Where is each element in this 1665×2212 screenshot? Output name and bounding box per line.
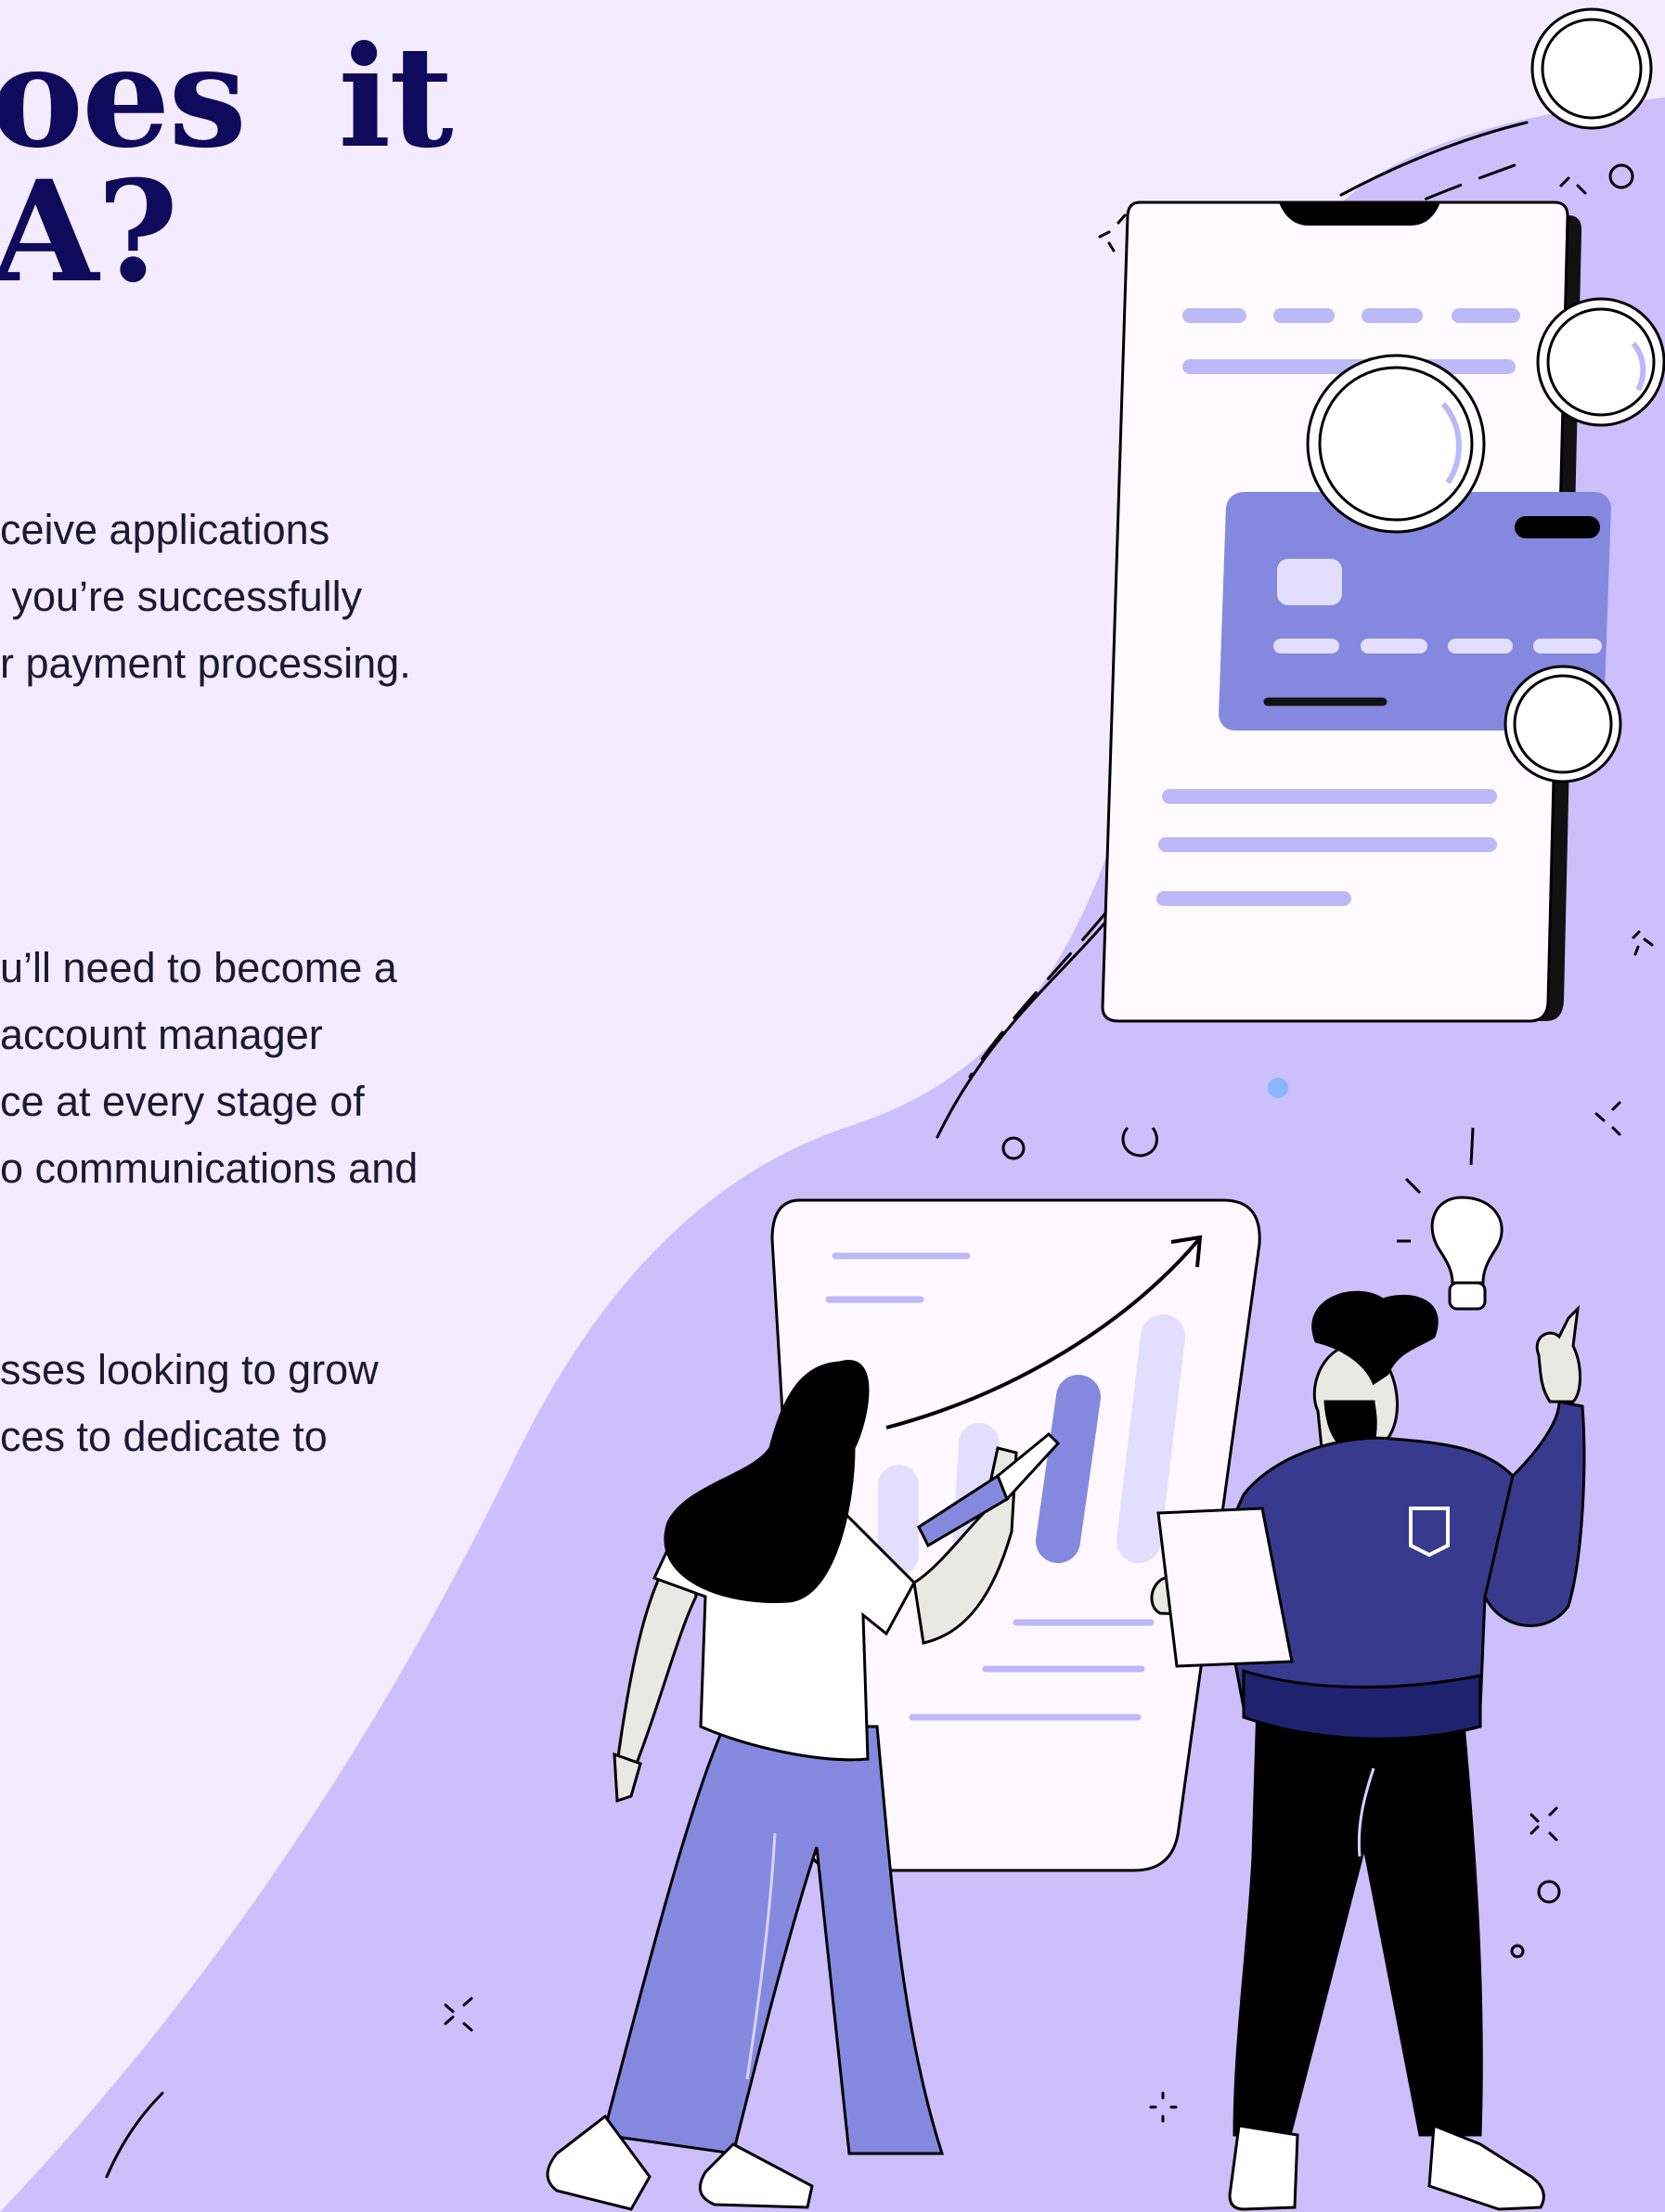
paragraph-line: ces to dedicate to	[0, 1413, 328, 1460]
paragraph-2: u’ll need to become a account manager ce…	[0, 935, 418, 1202]
paragraph-line: ce at every stage of	[0, 1078, 365, 1125]
decorative-dot	[1268, 1078, 1288, 1098]
page-heading-line-2: A?	[0, 150, 178, 314]
page-heading-line-1: oes it	[0, 16, 454, 179]
paragraph-line: u’ll need to become a	[0, 944, 397, 991]
paragraph-line: ceive applications	[0, 506, 330, 553]
paragraph-line: account manager	[0, 1011, 323, 1058]
paragraph-3: sses looking to grow ces to dedicate to	[0, 1337, 379, 1470]
paragraph-1: ceive applications you’re successfully r…	[0, 497, 411, 697]
paragraph-line: sses looking to grow	[0, 1346, 379, 1393]
paragraph-line: o communications and	[0, 1145, 419, 1192]
paragraph-line: you’re successfully	[0, 573, 363, 620]
paragraph-line: r payment processing.	[0, 640, 411, 687]
